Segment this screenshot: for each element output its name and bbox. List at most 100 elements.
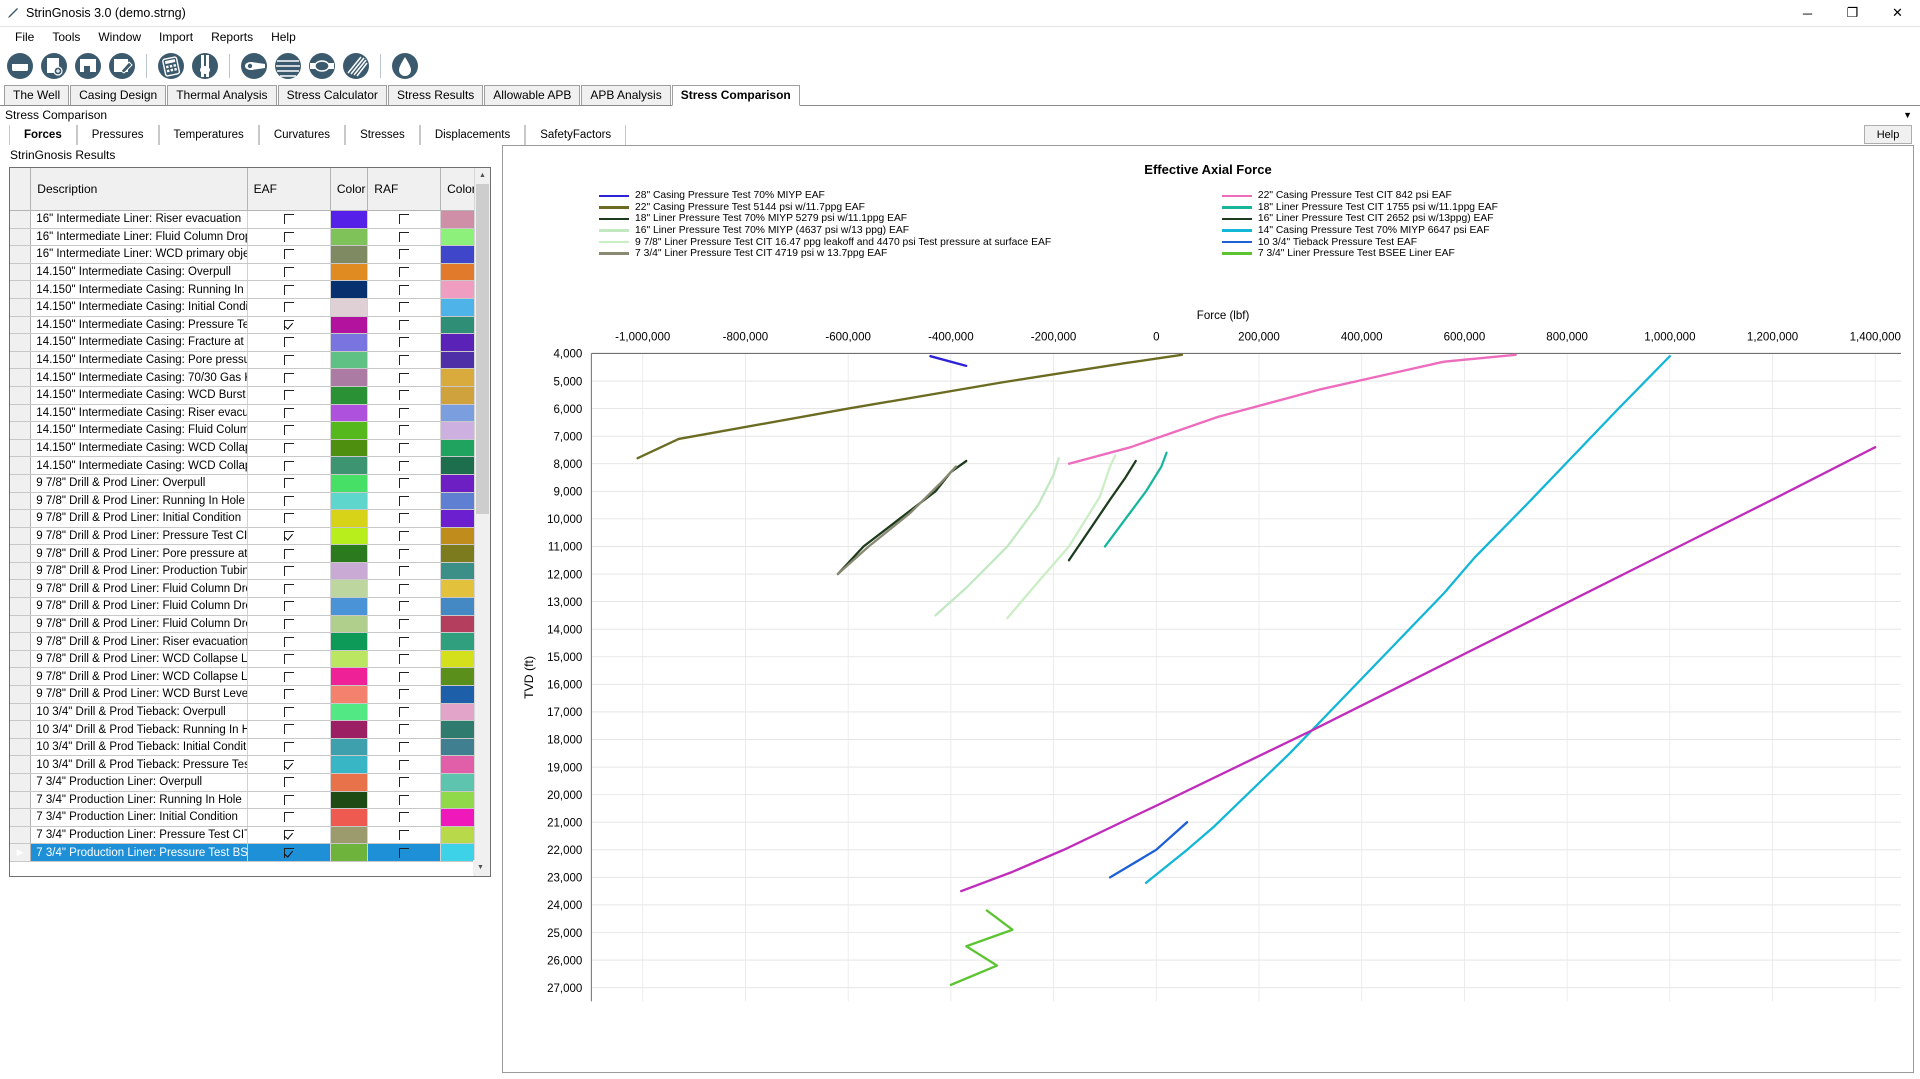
eaf-color-swatch[interactable]	[330, 773, 369, 792]
casing-shoe-icon[interactable]	[238, 50, 270, 82]
raf-checkbox[interactable]	[367, 843, 442, 862]
row-selector-cell[interactable]	[10, 474, 32, 493]
table-row[interactable]: 10 3/4" Drill & Prod Tieback: Initial Co…	[10, 738, 489, 757]
row-selector-cell[interactable]	[10, 421, 32, 440]
row-selector-cell[interactable]	[10, 615, 32, 634]
raf-checkbox[interactable]	[367, 228, 442, 247]
tab-stress-calculator[interactable]: Stress Calculator	[277, 85, 387, 105]
row-selector-cell[interactable]	[10, 632, 32, 651]
table-row[interactable]: 7 3/4" Production Liner: Running In Hole	[10, 791, 489, 810]
calculator-icon[interactable]	[155, 50, 187, 82]
row-selector-cell[interactable]	[10, 492, 32, 511]
table-row[interactable]: 9 7/8" Drill & Prod Liner: Pressure Test…	[10, 527, 489, 546]
eaf-color-swatch[interactable]	[330, 685, 369, 704]
eaf-checkbox[interactable]	[247, 456, 331, 475]
close-button[interactable]: ✕	[1875, 0, 1920, 26]
tab-stress-results[interactable]: Stress Results	[387, 85, 484, 105]
row-selector-cell[interactable]	[10, 351, 32, 370]
raf-checkbox[interactable]	[367, 808, 442, 827]
raf-checkbox[interactable]	[367, 650, 442, 669]
table-row[interactable]: 10 3/4" Drill & Prod Tieback: Running In…	[10, 720, 489, 739]
eaf-color-swatch[interactable]	[330, 263, 369, 282]
row-selector-cell[interactable]	[10, 316, 32, 335]
layers-icon[interactable]	[272, 50, 304, 82]
eaf-color-swatch[interactable]	[330, 368, 369, 387]
raf-checkbox[interactable]	[367, 738, 442, 757]
save-file-icon[interactable]	[72, 50, 104, 82]
scroll-up-arrow[interactable]: ▲	[475, 168, 490, 183]
eaf-checkbox[interactable]	[247, 703, 331, 722]
row-selector-cell[interactable]	[10, 720, 32, 739]
menu-item-tools[interactable]: Tools	[43, 28, 89, 46]
grid-vertical-scrollbar[interactable]: ▲	[474, 168, 490, 876]
eaf-checkbox[interactable]	[247, 843, 331, 862]
table-row[interactable]: 14.150" Intermediate Casing: WCD Collaps…	[10, 439, 489, 458]
table-row[interactable]: 9 7/8" Drill & Prod Liner: Fluid Column …	[10, 597, 489, 616]
eaf-checkbox[interactable]	[247, 808, 331, 827]
column-header-description[interactable]: Description	[30, 168, 248, 211]
table-row[interactable]: 14.150" Intermediate Casing: Overpull	[10, 263, 489, 282]
row-selector-cell[interactable]	[10, 562, 32, 581]
row-selector-cell[interactable]	[10, 298, 32, 317]
table-row[interactable]: 14.150" Intermediate Casing: 70/30 Gas K…	[10, 368, 489, 387]
column-header-row-selector[interactable]	[10, 168, 32, 211]
raf-checkbox[interactable]	[367, 632, 442, 651]
raf-checkbox[interactable]	[367, 474, 442, 493]
eaf-color-swatch[interactable]	[330, 316, 369, 335]
row-selector-cell[interactable]	[10, 703, 32, 722]
eaf-color-swatch[interactable]	[330, 562, 369, 581]
table-row[interactable]: 9 7/8" Drill & Prod Liner: Fluid Column …	[10, 615, 489, 634]
table-row[interactable]: 16" Intermediate Liner: Fluid Column Dro…	[10, 228, 489, 247]
row-selector-cell[interactable]	[10, 263, 32, 282]
eaf-color-swatch[interactable]	[330, 228, 369, 247]
eaf-checkbox[interactable]	[247, 527, 331, 546]
eaf-checkbox[interactable]	[247, 791, 331, 810]
row-selector-cell[interactable]	[10, 755, 32, 774]
table-row[interactable]: 14.150" Intermediate Casing: WCD Collaps…	[10, 456, 489, 475]
table-row[interactable]: 9 7/8" Drill & Prod Liner: WCD Collapse …	[10, 650, 489, 669]
eaf-checkbox[interactable]	[247, 386, 331, 405]
eaf-checkbox[interactable]	[247, 421, 331, 440]
eaf-color-swatch[interactable]	[330, 298, 369, 317]
row-selector-cell[interactable]	[10, 544, 32, 563]
eaf-checkbox[interactable]	[247, 755, 331, 774]
eaf-checkbox[interactable]	[247, 826, 331, 845]
eaf-checkbox[interactable]	[247, 650, 331, 669]
eaf-color-swatch[interactable]	[330, 808, 369, 827]
table-row[interactable]: ▶ 7 3/4" Production Liner: Pressure Test …	[10, 843, 489, 862]
row-selector-cell[interactable]	[10, 773, 32, 792]
subtab-curvatures[interactable]: Curvatures	[258, 125, 346, 145]
raf-checkbox[interactable]	[367, 386, 442, 405]
menu-item-help[interactable]: Help	[262, 28, 305, 46]
eaf-color-swatch[interactable]	[330, 755, 369, 774]
menu-item-file[interactable]: File	[6, 28, 43, 46]
eaf-color-swatch[interactable]	[330, 492, 369, 511]
eaf-checkbox[interactable]	[247, 492, 331, 511]
menu-item-reports[interactable]: Reports	[202, 28, 262, 46]
table-row[interactable]: 16" Intermediate Liner: WCD primary obje…	[10, 245, 489, 264]
eaf-color-swatch[interactable]	[330, 333, 369, 352]
raf-checkbox[interactable]	[367, 351, 442, 370]
tab-the-well[interactable]: The Well	[4, 85, 70, 105]
eaf-color-swatch[interactable]	[330, 439, 369, 458]
eaf-color-swatch[interactable]	[330, 703, 369, 722]
raf-checkbox[interactable]	[367, 544, 442, 563]
eaf-color-swatch[interactable]	[330, 615, 369, 634]
fluid-drop-icon[interactable]	[389, 50, 421, 82]
table-row[interactable]: 9 7/8" Drill & Prod Liner: Initial Condi…	[10, 509, 489, 528]
eaf-color-swatch[interactable]	[330, 404, 369, 423]
row-selector-cell[interactable]	[10, 439, 32, 458]
eaf-color-swatch[interactable]	[330, 421, 369, 440]
eaf-color-swatch[interactable]	[330, 351, 369, 370]
eaf-color-swatch[interactable]	[330, 456, 369, 475]
new-file-icon[interactable]	[38, 50, 70, 82]
table-row[interactable]: 9 7/8" Drill & Prod Liner: Production Tu…	[10, 562, 489, 581]
results-grid[interactable]: Description EAF Color RAF Color 16" Intermed…	[9, 167, 491, 877]
row-selector-cell[interactable]	[10, 368, 32, 387]
eaf-checkbox[interactable]	[247, 509, 331, 528]
eaf-color-swatch[interactable]	[330, 527, 369, 546]
row-selector-cell[interactable]	[10, 386, 32, 405]
table-row[interactable]: 14.150" Intermediate Casing: WCD Burst L…	[10, 386, 489, 405]
raf-checkbox[interactable]	[367, 316, 442, 335]
subtab-forces[interactable]: Forces	[9, 125, 77, 145]
